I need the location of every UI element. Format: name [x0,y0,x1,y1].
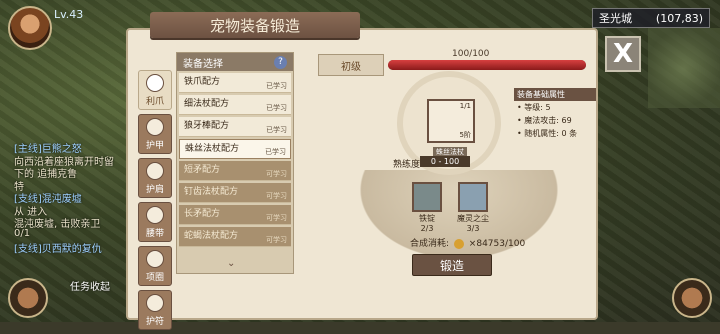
panel-title: 宠物装备锻造 [150,12,360,38]
recipe-status: 可学习 [266,236,287,244]
attribute-row: • 随机属性: 0 条 [517,129,578,138]
recipe-status: 已学习 [265,148,286,156]
recipe-name: 铁爪配方 [184,77,221,87]
player-name: Lv.43 [54,8,84,21]
chevron-down-icon[interactable]: ⌄ [227,258,235,269]
iron-ingot-icon [412,182,442,212]
minimap[interactable] [648,28,720,108]
material-name: 魔灵之尘 [457,214,489,223]
list-header: 装备选择 ? [177,53,293,71]
recipe-status: 可学习 [266,170,287,178]
recipe-item[interactable]: 狼牙棒配方已学习 [179,117,291,137]
recipe-item[interactable]: 细法杖配方已学习 [179,95,291,115]
tab-3[interactable]: 腰带 [138,202,172,242]
base-attributes: 装备基础属性 • 等级: 5 • 魔法攻击: 69 • 随机属性: 0 条 [514,88,596,140]
location-panel: 圣光城 (107,83) [592,8,710,28]
recipe-name: 长矛配方 [184,209,221,219]
proficiency-label: 熟练度 [393,160,421,170]
equipment-slot-icon [146,206,164,224]
quest-title[interactable]: [支线]贝西默的复仇 [14,240,102,255]
attribute-row: • 魔法攻击: 69 [517,116,572,125]
close-button[interactable]: X [605,36,641,72]
cost-label: 合成消耗: [410,239,450,249]
equipment-slot-icon [146,74,164,92]
recipe-name: 钉齿法杖配方 [184,187,239,197]
recipe-name: 短矛配方 [184,165,221,175]
staff-icon[interactable]: 1/1 5阶 [427,99,475,143]
recipe-name: 狼牙棒配方 [184,121,230,131]
quest-collapse-button[interactable]: 任务收起 [70,278,110,293]
recipe-item[interactable]: 蛛丝法杖配方 已学习 [179,139,291,159]
attribute-row: • 等级: 5 [517,103,551,112]
recipe-item[interactable]: 蛇蝎法杖配方可学习 [179,227,291,247]
material-slot-iron[interactable]: 铁锭 2/3 [410,182,444,233]
recipe-status: 已学习 [266,82,287,90]
recipe-item[interactable]: 钉齿法杖配方可学习 [179,183,291,203]
location-coords: (107,83) [655,11,703,25]
equipment-slot-icon [146,294,164,312]
recipe-status: 可学习 [266,214,287,222]
tab-label: 护甲 [145,141,164,151]
recipe-name: 细法杖配方 [184,99,230,109]
coin-icon [453,238,464,249]
tab-5[interactable]: 护符 [138,290,172,330]
city-button[interactable] [672,278,712,318]
tab-1[interactable]: 护甲 [138,114,172,154]
equipment-slot-icon [146,162,164,180]
recipe-item[interactable]: 长矛配方可学习 [179,205,291,225]
player-avatar[interactable] [8,6,52,50]
attributes-header: 装备基础属性 [514,88,596,101]
item-level: 5阶 [459,131,471,139]
tab-label: 护符 [145,317,164,327]
pet-avatar[interactable] [8,278,48,318]
proficiency-value: 0 - 100 [420,156,470,167]
tab-label: 项圈 [145,273,164,283]
recipe-name: 蛛丝法杖配方 [185,144,240,154]
recipe-status: 已学习 [266,126,287,134]
list-header-label: 装备选择 [183,58,223,70]
tab-2[interactable]: 护肩 [138,158,172,198]
recipe-item[interactable]: 铁爪配方已学习 [179,73,291,93]
forge-cost: 合成消耗: ×84753/100 [410,236,525,249]
recipe-item[interactable]: 短矛配方可学习 [179,161,291,181]
location-name: 圣光城 [599,12,632,25]
help-icon[interactable]: ? [274,55,287,69]
cost-value: ×84753/100 [468,239,526,249]
equipment-slot-icon [146,118,164,136]
tab-label: 护肩 [145,185,164,195]
material-slot-dust[interactable]: 魔灵之尘 3/3 [456,182,490,233]
material-count: 2/3 [420,224,434,233]
material-name: 铁锭 [419,214,435,223]
recipe-status: 已学习 [266,104,287,112]
tab-label: 利爪 [145,97,164,107]
equipment-list: 装备选择 ? 铁爪配方 已学习 细法杖配方 已学习 狼牙棒配方 已学习 蛛丝法杖配方 已学习短… [176,52,294,274]
quest-text[interactable]: 0/1 [14,228,30,239]
equipment-tabs: 利爪护甲护肩腰带项圈护符 [138,70,172,334]
material-count: 3/3 [466,224,480,233]
recipe-status: 可学习 [266,192,287,200]
equipment-slot-icon [146,250,164,268]
forge-button[interactable]: 锻造 [412,254,492,276]
item-count: 1/1 [459,102,471,110]
recipe-name: 蛇蝎法杖配方 [184,231,239,241]
tab-0[interactable]: 利爪 [138,70,172,110]
tab-label: 腰带 [145,229,164,239]
magic-dust-icon [458,182,488,212]
tab-4[interactable]: 项圈 [138,246,172,286]
